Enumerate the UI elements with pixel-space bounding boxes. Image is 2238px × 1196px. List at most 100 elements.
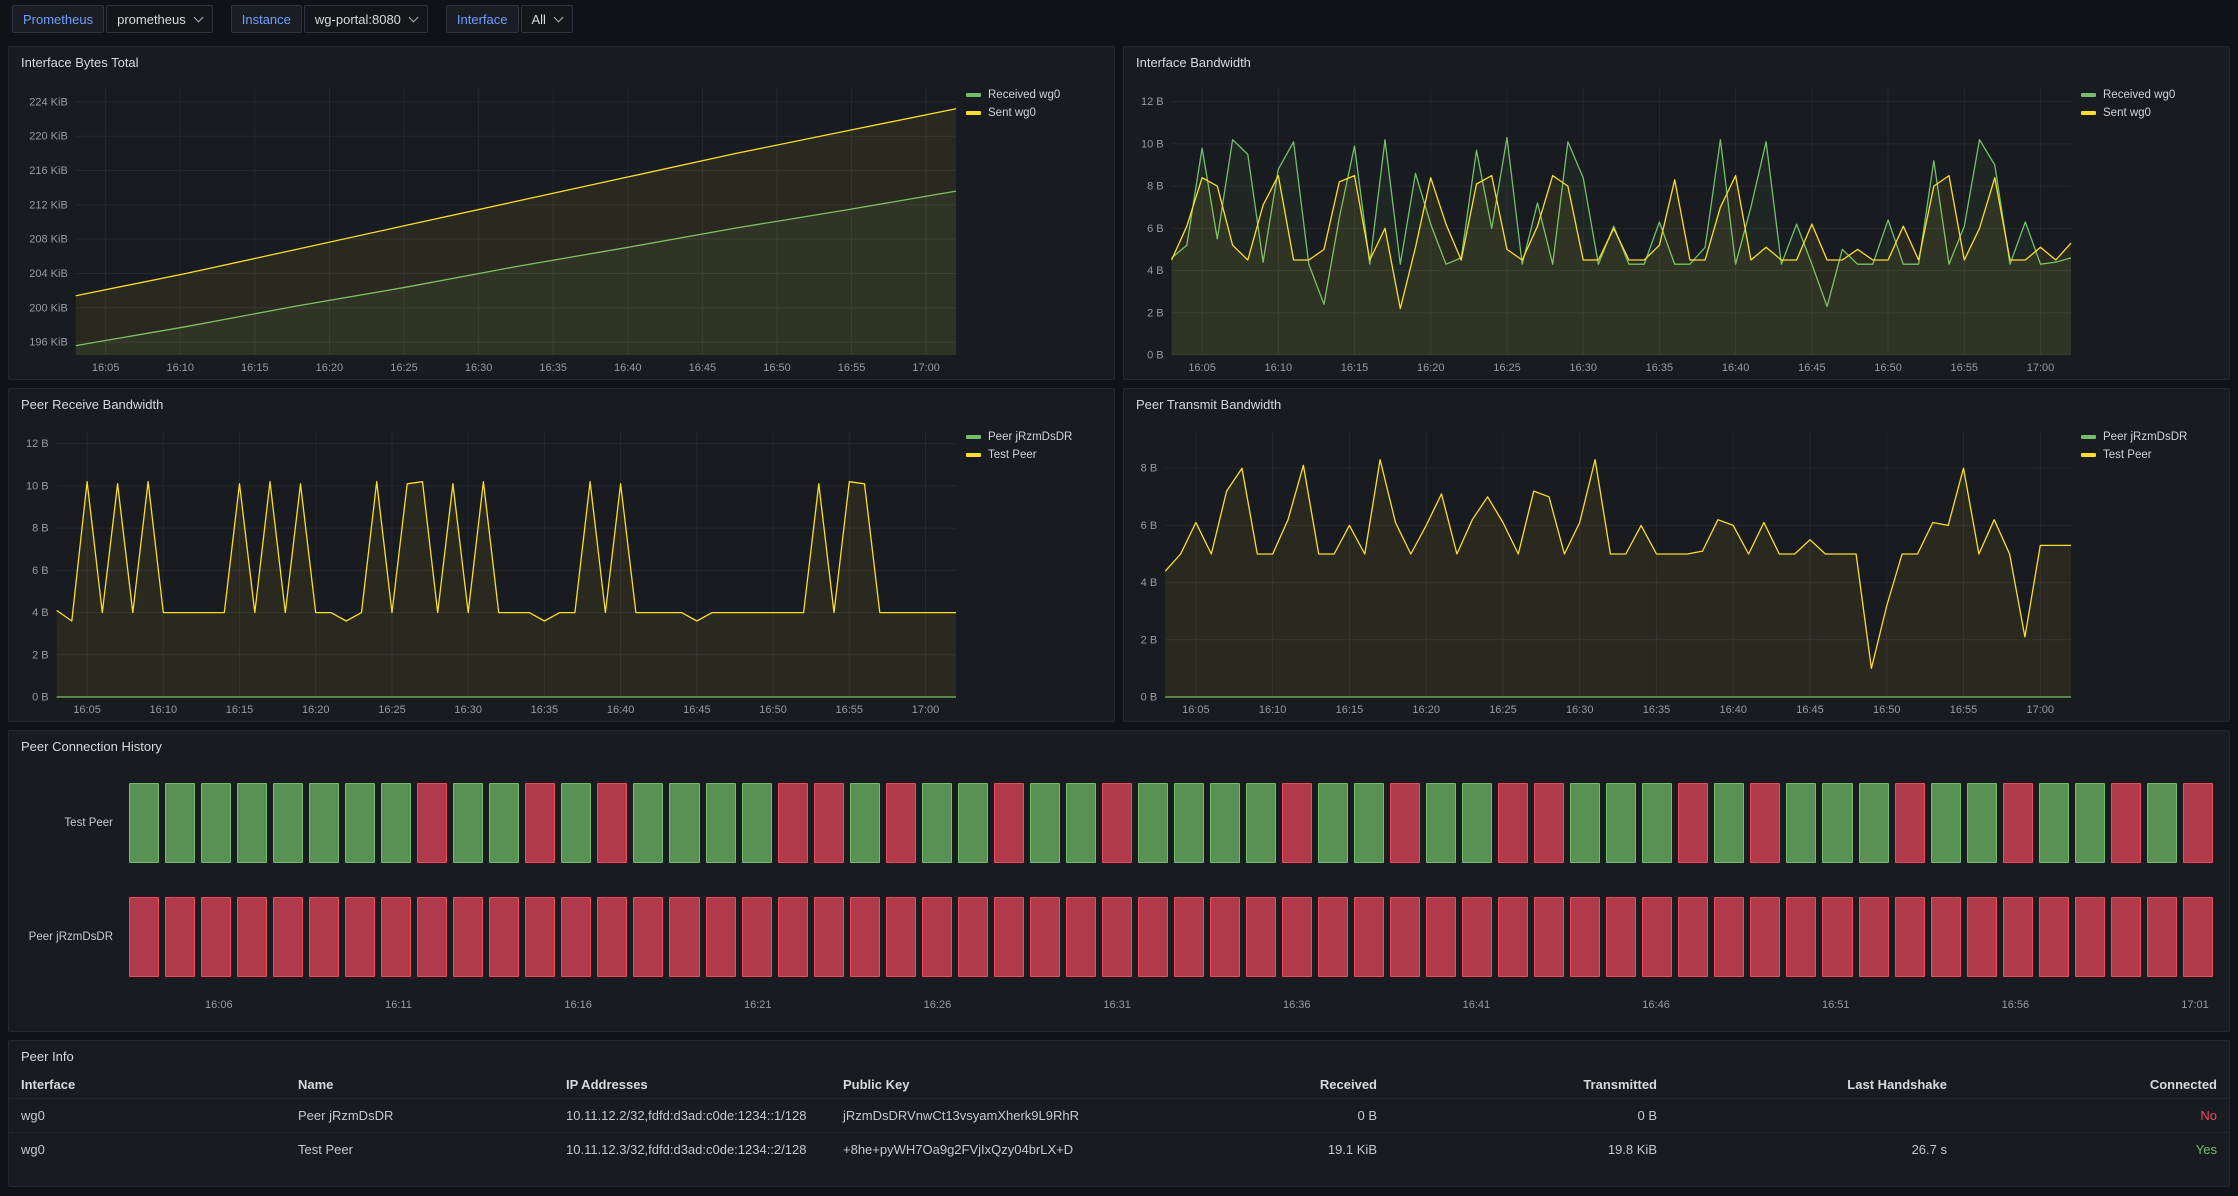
state-bar-disconnected[interactable] <box>1498 897 1528 977</box>
state-bar-connected[interactable] <box>1606 783 1636 863</box>
state-bar-connected[interactable] <box>669 783 699 863</box>
state-bar-connected[interactable] <box>561 783 591 863</box>
state-bar-disconnected[interactable] <box>2003 897 2033 977</box>
state-bar-disconnected[interactable] <box>1246 897 1276 977</box>
legend-item-peer-jrzmdsdr[interactable]: Peer jRzmDsDR <box>2081 431 2219 443</box>
state-bar-disconnected[interactable] <box>1282 897 1312 977</box>
state-bar-disconnected[interactable] <box>201 897 231 977</box>
state-bar-connected[interactable] <box>1354 783 1384 863</box>
state-bar-disconnected[interactable] <box>2111 783 2141 863</box>
state-bar-connected[interactable] <box>2147 783 2177 863</box>
state-bar-connected[interactable] <box>1642 783 1672 863</box>
state-bar-disconnected[interactable] <box>273 897 303 977</box>
legend-item-received-wg0[interactable]: Received wg0 <box>2081 89 2219 101</box>
state-bar-disconnected[interactable] <box>2111 897 2141 977</box>
state-bar-connected[interactable] <box>201 783 231 863</box>
state-bar-disconnected[interactable] <box>345 897 375 977</box>
state-bar-disconnected[interactable] <box>417 783 447 863</box>
state-bar-disconnected[interactable] <box>1859 897 1889 977</box>
state-bar-disconnected[interactable] <box>417 897 447 977</box>
state-bar-disconnected[interactable] <box>1570 897 1600 977</box>
state-bar-disconnected[interactable] <box>1606 897 1636 977</box>
state-bar-connected[interactable] <box>345 783 375 863</box>
variable-dropdown-instance[interactable]: wg-portal:8080 <box>304 5 428 33</box>
state-bar-connected[interactable] <box>1210 783 1240 863</box>
state-bar-connected[interactable] <box>489 783 519 863</box>
state-bar-disconnected[interactable] <box>309 897 339 977</box>
state-bar-disconnected[interactable] <box>1786 897 1816 977</box>
state-bar-disconnected[interactable] <box>1390 783 1420 863</box>
state-bar-disconnected[interactable] <box>1931 897 1961 977</box>
state-bar-connected[interactable] <box>1066 783 1096 863</box>
state-bar-disconnected[interactable] <box>1102 783 1132 863</box>
column-header-transmitted[interactable]: Transmitted <box>1389 1071 1669 1098</box>
state-bar-connected[interactable] <box>1030 783 1060 863</box>
state-bar-disconnected[interactable] <box>453 897 483 977</box>
state-bar-disconnected[interactable] <box>381 897 411 977</box>
state-bar-disconnected[interactable] <box>1426 897 1456 977</box>
state-bar-disconnected[interactable] <box>2039 897 2069 977</box>
state-bar-disconnected[interactable] <box>597 783 627 863</box>
state-bar-disconnected[interactable] <box>1967 897 1997 977</box>
state-bar-connected[interactable] <box>2075 783 2105 863</box>
state-bar-disconnected[interactable] <box>669 897 699 977</box>
state-bar-disconnected[interactable] <box>2183 783 2213 863</box>
state-bar-disconnected[interactable] <box>1750 783 1780 863</box>
state-bar-connected[interactable] <box>1786 783 1816 863</box>
state-bar-disconnected[interactable] <box>1354 897 1384 977</box>
state-bar-disconnected[interactable] <box>525 897 555 977</box>
state-bar-disconnected[interactable] <box>886 897 916 977</box>
column-header-connected[interactable]: Connected <box>1959 1071 2229 1098</box>
state-bar-disconnected[interactable] <box>561 897 591 977</box>
state-bar-connected[interactable] <box>1318 783 1348 863</box>
state-bar-connected[interactable] <box>1967 783 1997 863</box>
legend-item-peer-jrzmdsdr[interactable]: Peer jRzmDsDR <box>966 431 1104 443</box>
state-bar-disconnected[interactable] <box>1102 897 1132 977</box>
state-bar-connected[interactable] <box>1931 783 1961 863</box>
variable-dropdown-prometheus[interactable]: prometheus <box>106 5 213 33</box>
state-bar-disconnected[interactable] <box>994 897 1024 977</box>
column-header-ip-addresses[interactable]: IP Addresses <box>554 1071 831 1098</box>
plot-area[interactable]: 12 B10 B8 B6 B4 B2 B0 B16:0516:1016:1516… <box>1130 77 2077 377</box>
state-bar-disconnected[interactable] <box>1678 897 1708 977</box>
column-header-last-handshake[interactable]: Last Handshake <box>1669 1071 1959 1098</box>
state-bar-disconnected[interactable] <box>1210 897 1240 977</box>
state-bar-connected[interactable] <box>706 783 736 863</box>
state-bar-disconnected[interactable] <box>2003 783 2033 863</box>
state-bar-connected[interactable] <box>633 783 663 863</box>
state-bar-connected[interactable] <box>922 783 952 863</box>
state-bar-disconnected[interactable] <box>1282 783 1312 863</box>
state-bar-connected[interactable] <box>850 783 880 863</box>
state-bar-connected[interactable] <box>1174 783 1204 863</box>
column-header-received[interactable]: Received <box>1149 1071 1389 1098</box>
state-bar-connected[interactable] <box>129 783 159 863</box>
state-bar-disconnected[interactable] <box>958 897 988 977</box>
state-bar-connected[interactable] <box>958 783 988 863</box>
legend-item-test-peer[interactable]: Test Peer <box>2081 449 2219 461</box>
state-bar-disconnected[interactable] <box>814 783 844 863</box>
state-bar-disconnected[interactable] <box>1318 897 1348 977</box>
state-bar-disconnected[interactable] <box>1066 897 1096 977</box>
state-bar-disconnected[interactable] <box>742 897 772 977</box>
panel-title[interactable]: Interface Bytes Total <box>21 55 139 70</box>
state-bar-disconnected[interactable] <box>2075 897 2105 977</box>
state-bar-disconnected[interactable] <box>489 897 519 977</box>
state-bar-disconnected[interactable] <box>850 897 880 977</box>
legend-item-sent-wg0[interactable]: Sent wg0 <box>966 107 1104 119</box>
panel-title[interactable]: Interface Bandwidth <box>1136 55 1251 70</box>
state-bar-connected[interactable] <box>237 783 267 863</box>
time-series-chart[interactable]: 8 B6 B4 B2 B0 B16:0516:1016:1516:2016:25… <box>1130 419 2077 719</box>
state-bar-disconnected[interactable] <box>1750 897 1780 977</box>
time-series-chart[interactable]: 224 KiB220 KiB216 KiB212 KiB208 KiB204 K… <box>15 77 962 377</box>
state-bar-disconnected[interactable] <box>1138 897 1168 977</box>
time-series-chart[interactable]: 12 B10 B8 B6 B4 B2 B0 B16:0516:1016:1516… <box>1130 77 2077 377</box>
state-bar-disconnected[interactable] <box>886 783 916 863</box>
state-bar-connected[interactable] <box>2039 783 2069 863</box>
state-bar-disconnected[interactable] <box>778 897 808 977</box>
column-header-public-key[interactable]: Public Key <box>831 1071 1149 1098</box>
plot-area[interactable]: 8 B6 B4 B2 B0 B16:0516:1016:1516:2016:25… <box>1130 419 2077 719</box>
state-bar-disconnected[interactable] <box>994 783 1024 863</box>
state-bar-connected[interactable] <box>1462 783 1492 863</box>
state-bar-disconnected[interactable] <box>1642 897 1672 977</box>
state-bar-disconnected[interactable] <box>1895 783 1925 863</box>
